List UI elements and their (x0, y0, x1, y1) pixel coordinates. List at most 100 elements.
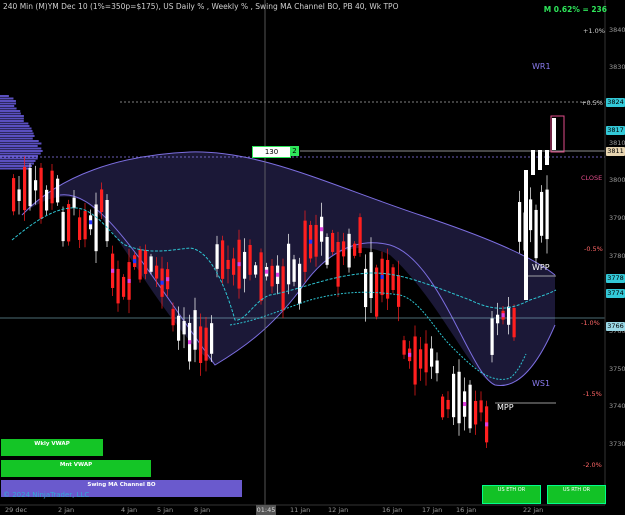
candle-body (193, 310, 197, 350)
candle-marker (166, 277, 170, 282)
candle-body (391, 267, 395, 290)
candle-body (424, 343, 428, 373)
price-tick: 3730 (609, 440, 625, 448)
tpo-bar (0, 160, 36, 162)
candle-body (545, 189, 549, 240)
candle-body (138, 249, 142, 280)
price-tick: 3810 (609, 139, 625, 147)
tpo-bar (0, 127, 32, 130)
tpo-bar (0, 120, 24, 122)
price-chart[interactable] (0, 0, 625, 515)
candle-marker (265, 269, 269, 274)
candle-marker (160, 280, 164, 285)
candle-body (78, 217, 82, 240)
price-label: 3766 (606, 322, 625, 331)
price-tick: 3830 (609, 63, 625, 71)
tpo-bar (0, 145, 38, 147)
time-tick: 16 jan (456, 506, 477, 514)
legend-monthly-vwap[interactable]: Mnt VWAP (1, 460, 151, 477)
candle-body (369, 252, 373, 299)
candle-body (23, 166, 27, 211)
candle-body (474, 400, 478, 425)
tpo-bar (0, 137, 33, 140)
candle-body (452, 373, 456, 418)
candle-body (342, 241, 346, 257)
time-tick: 4 jan (121, 506, 138, 514)
candle-body (248, 244, 252, 275)
candle-body (28, 167, 32, 207)
candle-body (386, 259, 390, 299)
level-m2: -2.0% (583, 461, 602, 469)
level-m05: -0.5% (584, 245, 603, 253)
candle-body (177, 315, 181, 341)
candle-body (529, 199, 533, 231)
tpo-bar (0, 135, 35, 137)
price-label: 3774 (606, 289, 625, 298)
price-tick: 3780 (609, 252, 625, 260)
price-label: 3811 (606, 147, 625, 156)
candle-marker (309, 239, 313, 244)
candle-marker (133, 259, 137, 264)
price-tick: 3800 (609, 176, 625, 184)
pnl-readout: M 0.62% = 236 (543, 5, 607, 14)
candle-body (468, 384, 472, 429)
level-wr1: WR1 (532, 62, 551, 71)
candle-body (402, 340, 406, 355)
price-tick: 3750 (609, 365, 625, 373)
tpo-bar (0, 122, 29, 125)
candle-body (358, 217, 362, 254)
candle-marker (501, 313, 505, 318)
tag-box-value[interactable]: 130 (252, 146, 291, 158)
candle-body (243, 251, 247, 279)
us-eth-or-button[interactable]: US ETH OR (482, 485, 541, 504)
candle-body (524, 170, 528, 300)
tpo-bar (0, 162, 34, 165)
candle-body (12, 178, 16, 212)
candle-body (413, 336, 417, 385)
candle-body (303, 220, 307, 272)
candle-marker (485, 422, 489, 427)
candle-marker (276, 272, 280, 277)
candle-body (34, 180, 38, 191)
level-mpp: MPP (497, 403, 514, 412)
candle-body (105, 199, 109, 242)
level-ws1: WS1 (532, 379, 551, 388)
price-label: 3824 (606, 98, 625, 107)
level-close: CLOSE (581, 174, 603, 182)
candle-body (149, 256, 153, 272)
candle-body (534, 209, 538, 259)
candle-body (538, 150, 542, 170)
candle-body (435, 360, 439, 374)
time-tick: 11 jan (290, 506, 311, 514)
chart-title: 240 Min (M)YM Dec 10 (1%=350p=$175), US … (3, 2, 399, 11)
candle-body (512, 307, 516, 338)
tpo-bar (0, 132, 34, 135)
level-p05: +0.5% (581, 99, 603, 107)
candle-body (419, 349, 423, 369)
candle-body (116, 268, 120, 304)
legend-weekly-vwap[interactable]: Wkly VWAP (1, 439, 103, 456)
price-tick: 3740 (609, 402, 625, 410)
price-tick: 3840 (609, 26, 625, 34)
candle-body (50, 170, 54, 204)
candle-marker (127, 278, 131, 283)
candle-body (204, 327, 208, 361)
level-m15: -1.5% (583, 390, 602, 398)
level-wpp: WPP (532, 263, 550, 272)
tpo-bar (0, 102, 17, 105)
time-tick: 16 jan (382, 506, 403, 514)
candle-body (457, 371, 461, 424)
candle-body (83, 211, 87, 240)
us-rth-or-button[interactable]: US RTH OR (547, 485, 606, 504)
candle-body (336, 241, 340, 287)
candle-body (518, 202, 522, 242)
candle-marker (380, 274, 384, 279)
tag-box-count[interactable]: 2 (290, 146, 299, 156)
tpo-bar (0, 142, 42, 145)
candle-body (325, 236, 329, 265)
candle-body (397, 275, 401, 307)
tpo-bar (0, 115, 24, 117)
tpo-profile (0, 95, 43, 170)
candle-body (441, 396, 445, 418)
candle-body (100, 189, 104, 213)
